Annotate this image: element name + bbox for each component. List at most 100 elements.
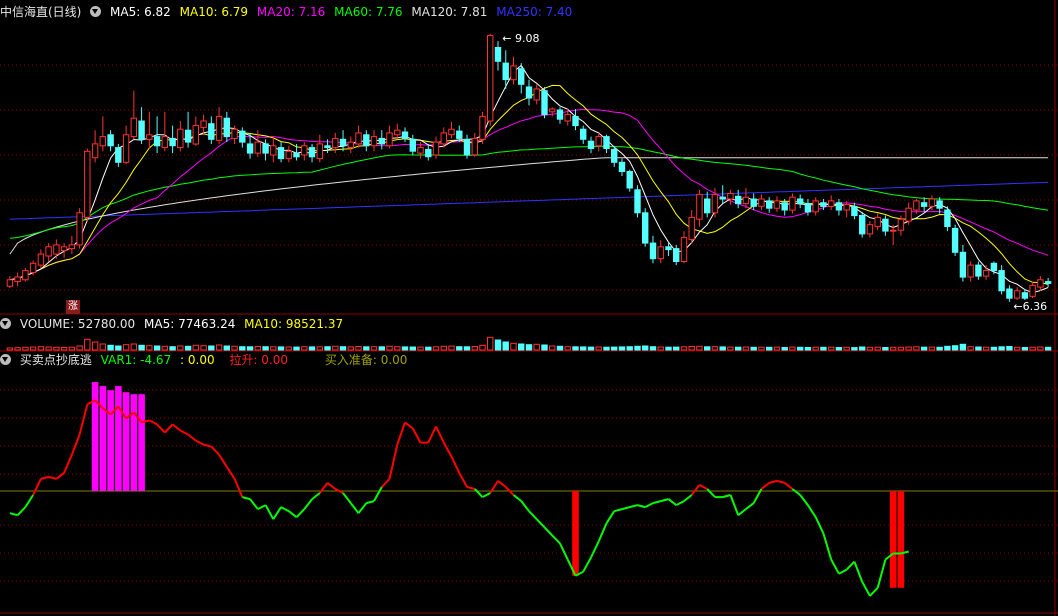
var1-line-segment <box>381 478 391 488</box>
volume-bar <box>928 346 936 351</box>
var1-line-segment <box>590 540 600 558</box>
escape-signal-bar <box>122 392 130 491</box>
var1-line-segment <box>148 419 158 426</box>
collapse-icon[interactable] <box>0 318 11 329</box>
candle-body <box>200 120 207 128</box>
collapse-icon[interactable] <box>90 6 102 17</box>
volume-bar <box>680 346 688 351</box>
volume-bar <box>611 346 618 351</box>
var1-line-segment <box>257 504 267 510</box>
var1-line-segment <box>396 422 406 445</box>
var2-label: : 0.00 <box>180 353 215 367</box>
volume-bar <box>177 345 184 351</box>
volume-bar <box>29 346 37 351</box>
volume-bar <box>1021 347 1029 351</box>
candle-body <box>471 137 479 156</box>
candle-body <box>239 130 246 143</box>
volume-bar <box>262 346 269 351</box>
volume-bar <box>975 346 982 351</box>
var1-line-segment <box>876 559 887 589</box>
collapse-icon[interactable] <box>0 354 11 365</box>
candle-body <box>223 117 231 138</box>
volume-bar <box>6 347 14 351</box>
candle-body <box>959 251 967 278</box>
volume-bar <box>533 343 540 351</box>
volume-bar <box>556 345 564 351</box>
candle-body <box>45 246 52 257</box>
candle-body <box>766 200 773 209</box>
var1-line-segment <box>768 479 778 484</box>
candle-body <box>169 137 176 147</box>
candle-body <box>270 145 277 156</box>
volume-bar <box>231 345 238 351</box>
volume-bar <box>882 347 889 351</box>
candle-body <box>14 276 21 283</box>
candle-body <box>254 141 262 154</box>
volume-bar <box>363 346 370 351</box>
volume-bar <box>394 346 401 351</box>
var1-line-segment <box>551 534 561 545</box>
ma120-label: MA120: 7.81 <box>411 5 488 19</box>
var1-line-segment <box>605 510 616 524</box>
var1-line-segment <box>411 428 422 444</box>
candle-body <box>262 143 269 154</box>
volume-bar <box>401 346 409 351</box>
var1-line-segment <box>218 454 228 468</box>
volume-bar <box>463 346 471 351</box>
candle-body <box>138 120 145 140</box>
volume-bar <box>859 346 866 351</box>
volume-bar <box>634 345 641 351</box>
volume-bar <box>851 347 858 351</box>
volume-bar <box>223 345 231 351</box>
var1-line-segment <box>48 475 57 480</box>
var1-line-segment <box>737 508 747 516</box>
candle-body <box>456 130 463 139</box>
volume-bar <box>332 345 339 351</box>
volume-bar <box>60 347 68 351</box>
candle-body <box>355 132 362 145</box>
volume-bar <box>874 346 881 351</box>
candle-body <box>1037 279 1044 288</box>
volume-bar <box>479 344 486 351</box>
candle-body <box>293 152 300 158</box>
candle-body <box>990 262 998 272</box>
candle-body <box>448 128 455 136</box>
candle-body <box>828 200 835 207</box>
volume-bar <box>587 346 595 351</box>
volume-bar <box>688 346 695 351</box>
var1-line-segment <box>784 482 794 490</box>
volume-bar <box>355 346 362 351</box>
candle-body <box>866 224 874 235</box>
ma60-line <box>9 145 1049 239</box>
var1-line-segment <box>861 581 871 597</box>
volume-bar <box>618 346 626 351</box>
volume-bar <box>246 346 254 351</box>
var1-line-segment <box>450 456 461 474</box>
var1-line-segment <box>791 488 801 496</box>
var1-line-segment <box>357 502 368 514</box>
volume-panel-header: VOLUME: 52780.00 MA5: 77463.24 MA10: 985… <box>0 316 348 332</box>
candle-body <box>409 138 417 152</box>
volume-bar <box>773 346 781 351</box>
volume-bar <box>308 346 316 351</box>
candle-body <box>192 125 200 145</box>
var1-line-segment <box>807 504 817 518</box>
volume-bar <box>982 346 990 351</box>
candle-body <box>742 196 750 205</box>
var1-line-segment <box>164 423 174 434</box>
candle-body <box>890 229 897 232</box>
volume-bar <box>727 346 734 351</box>
lash-label: 拉升: 0.00 <box>229 353 289 367</box>
candle-body <box>882 218 889 232</box>
var1-line-segment <box>497 480 507 488</box>
escape-signal-bar <box>107 390 114 491</box>
candle-body <box>510 65 517 81</box>
volume-bar <box>696 345 703 351</box>
volume-bar <box>890 346 897 351</box>
volume-bar <box>1006 346 1013 351</box>
volume-bar <box>324 346 331 351</box>
volume-bar <box>502 341 509 351</box>
volume-bar <box>378 346 386 351</box>
var1-line-segment <box>869 587 879 597</box>
var1-line-segment <box>830 559 840 575</box>
